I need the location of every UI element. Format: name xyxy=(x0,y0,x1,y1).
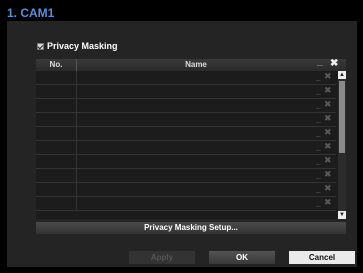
privacy-masking-label: Privacy Masking xyxy=(47,41,118,51)
table-row[interactable]: _ ✖ xyxy=(36,169,336,183)
row-dash: _ xyxy=(316,114,321,123)
row-dash: _ xyxy=(316,128,321,137)
row-no-cell xyxy=(36,169,77,182)
row-name-cell xyxy=(77,127,317,140)
row-no-cell xyxy=(36,183,77,196)
privacy-masking-toggle[interactable]: Privacy Masking xyxy=(37,41,118,51)
table-header: No. Name _ ✖ xyxy=(36,56,346,71)
table-row[interactable]: _ ✖ xyxy=(36,71,336,85)
row-delete-close-icon[interactable]: ✖ xyxy=(324,141,332,152)
privacy-mask-table: No. Name _ ✖ _ ✖ _ ✖ _ ✖ _ ✖ _ ✖ _ ✖ _ ✖ _ ✖ _ ✖ _ ✖ ▲ ▼ xyxy=(36,56,346,219)
row-delete-close-icon[interactable]: ✖ xyxy=(324,85,332,96)
privacy-masking-setup-button[interactable]: Privacy Masking Setup... xyxy=(36,222,346,234)
header-dash: _ xyxy=(317,56,323,67)
table-row[interactable]: _ ✖ xyxy=(36,141,336,155)
row-no-cell xyxy=(36,85,77,98)
row-dash: _ xyxy=(316,156,321,165)
delete-all-close-icon[interactable]: ✖ xyxy=(330,58,338,69)
row-name-cell xyxy=(77,197,317,210)
row-dash: _ xyxy=(316,198,321,207)
row-dash: _ xyxy=(316,142,321,151)
row-dash: _ xyxy=(316,184,321,193)
privacy-masking-checkbox[interactable] xyxy=(37,42,44,50)
table-row[interactable]: _ ✖ xyxy=(36,155,336,169)
column-header-no: No. xyxy=(49,60,63,69)
row-delete-close-icon[interactable]: ✖ xyxy=(324,127,332,138)
table-body: _ ✖ _ ✖ _ ✖ _ ✖ _ ✖ _ ✖ _ ✖ _ ✖ _ ✖ _ ✖ xyxy=(36,71,336,211)
cancel-button[interactable]: Cancel xyxy=(289,251,355,264)
table-row[interactable]: _ ✖ xyxy=(36,85,336,99)
row-dash: _ xyxy=(316,100,321,109)
table-row[interactable]: _ ✖ xyxy=(36,113,336,127)
table-scrollbar[interactable]: ▲ ▼ xyxy=(338,71,346,219)
table-row[interactable]: _ ✖ xyxy=(36,183,336,197)
row-delete-close-icon[interactable]: ✖ xyxy=(324,155,332,166)
row-delete-close-icon[interactable]: ✖ xyxy=(324,99,332,110)
row-delete-close-icon[interactable]: ✖ xyxy=(324,113,332,124)
row-name-cell xyxy=(77,183,317,196)
row-name-cell xyxy=(77,141,317,154)
row-name-cell xyxy=(77,99,317,112)
row-name-cell xyxy=(77,85,317,98)
row-name-cell xyxy=(77,71,317,84)
scrollbar-thumb[interactable] xyxy=(339,81,345,153)
row-dash: _ xyxy=(316,72,321,81)
dialog-title: 1. CAM1 xyxy=(7,6,55,20)
row-no-cell xyxy=(36,141,77,154)
row-dash: _ xyxy=(316,86,321,95)
row-no-cell xyxy=(36,113,77,126)
row-delete-close-icon[interactable]: ✖ xyxy=(324,169,332,180)
ok-button[interactable]: OK xyxy=(209,251,275,264)
row-delete-close-icon[interactable]: ✖ xyxy=(324,71,332,82)
table-row[interactable]: _ ✖ xyxy=(36,127,336,141)
column-header-name: Name xyxy=(185,60,207,69)
row-delete-close-icon[interactable]: ✖ xyxy=(324,183,332,194)
scroll-down-triangle-down-icon[interactable]: ▼ xyxy=(338,211,346,219)
row-name-cell xyxy=(77,169,317,182)
row-no-cell xyxy=(36,155,77,168)
table-row[interactable]: _ ✖ xyxy=(36,99,336,113)
row-name-cell xyxy=(77,113,317,126)
table-row[interactable]: _ ✖ xyxy=(36,197,336,211)
row-no-cell xyxy=(36,71,77,84)
row-no-cell xyxy=(36,99,77,112)
scroll-up-triangle-up-icon[interactable]: ▲ xyxy=(338,71,346,79)
row-no-cell xyxy=(36,197,77,210)
row-dash: _ xyxy=(316,170,321,179)
row-delete-close-icon[interactable]: ✖ xyxy=(324,197,332,208)
row-no-cell xyxy=(36,127,77,140)
apply-button[interactable]: Apply xyxy=(129,251,195,264)
row-name-cell xyxy=(77,155,317,168)
